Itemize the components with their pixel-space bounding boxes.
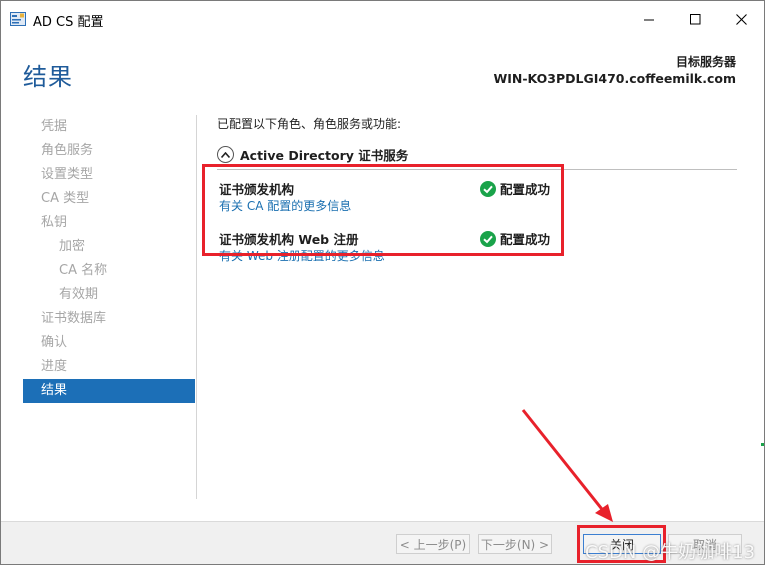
edge-marker	[761, 443, 764, 446]
ad-cs-config-window: AD CS 配置 结果 目标服务器 WIN-KO3PDLGI470.coffee…	[0, 0, 765, 565]
annotation-arrow	[521, 409, 613, 522]
watermark-text: CSDN @牛奶咖啡13	[585, 542, 755, 563]
